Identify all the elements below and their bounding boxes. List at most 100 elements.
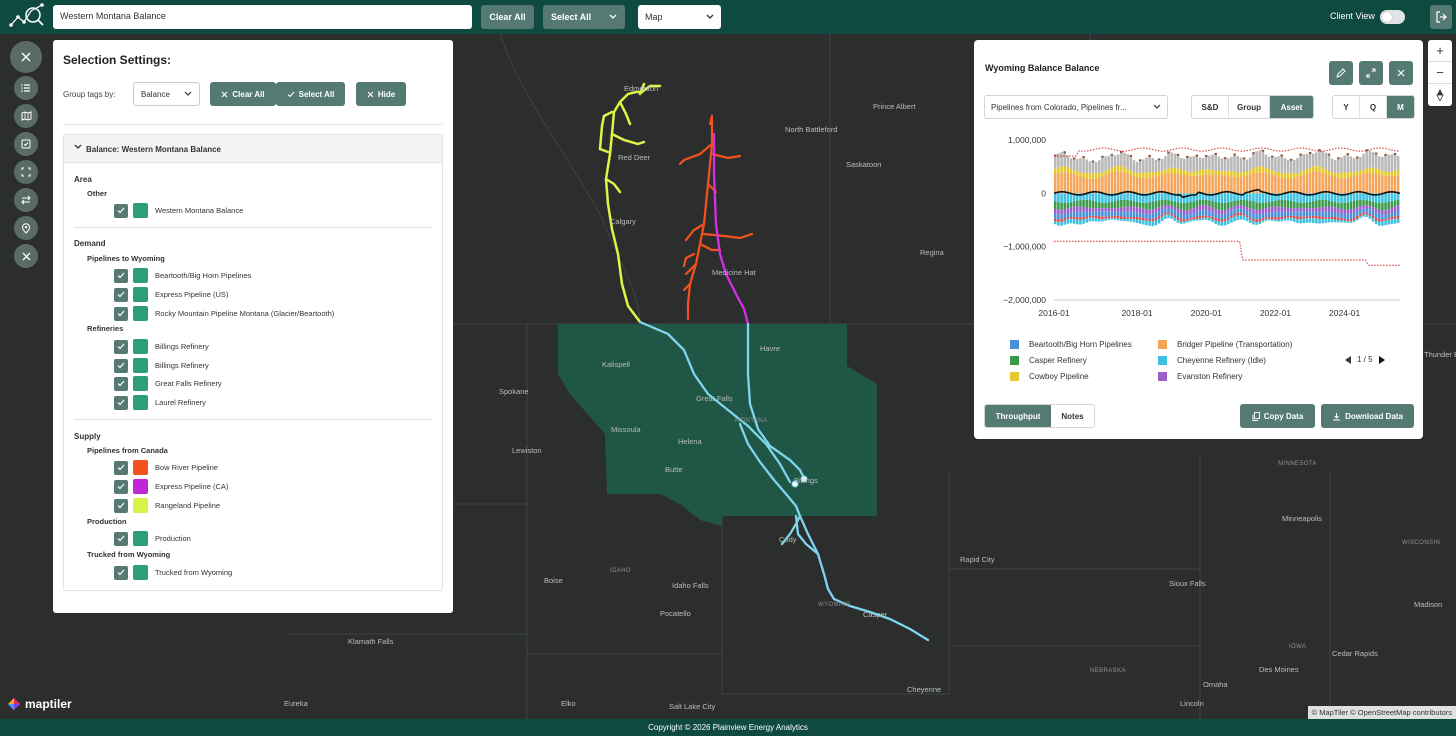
color-swatch[interactable] (133, 565, 148, 580)
color-swatch[interactable] (133, 376, 148, 391)
list-item[interactable]: Beartooth/Big Horn Pipelines (114, 268, 251, 283)
color-swatch[interactable] (133, 460, 148, 475)
pencil-icon (1336, 68, 1346, 78)
checkbox[interactable] (114, 203, 128, 218)
location-tool-button[interactable] (14, 216, 38, 240)
list-item[interactable]: Express Pipeline (US) (114, 287, 228, 302)
download-data-button[interactable]: Download Data (1321, 404, 1414, 428)
bar-segment (1390, 175, 1394, 186)
checkbox[interactable] (114, 287, 128, 302)
color-swatch[interactable] (133, 268, 148, 283)
compass-button[interactable] (1428, 84, 1452, 106)
group-tags-select[interactable]: Balance (133, 82, 200, 106)
legend-item[interactable]: Beartooth/Big Horn Pipelines (1010, 340, 1132, 349)
bar-segment (1132, 206, 1136, 212)
list-item[interactable]: Trucked from Wyoming (114, 565, 232, 580)
legend-item[interactable]: Cowboy Pipeline (1010, 372, 1089, 381)
bar-segment (1274, 200, 1277, 207)
zoom-in-button[interactable]: + (1428, 40, 1452, 62)
panel-select-all-button[interactable]: Select All (276, 82, 345, 106)
legend-item[interactable]: Cheyenne Refinery (Idle) (1158, 356, 1266, 365)
checkbox[interactable] (114, 306, 128, 321)
map-tool-button[interactable] (14, 104, 38, 128)
legend-item[interactable]: Casper Refinery (1010, 356, 1087, 365)
checkbox[interactable] (114, 479, 128, 494)
bar-segment (1318, 216, 1321, 219)
bar-segment (1113, 155, 1117, 167)
color-swatch[interactable] (133, 358, 148, 373)
tab-asset[interactable]: Asset (1270, 96, 1313, 118)
close-panel-button[interactable] (10, 41, 42, 73)
list-item[interactable]: Billings Refinery (114, 358, 209, 373)
client-view-toggle[interactable] (1380, 10, 1405, 24)
panel-clear-all-button[interactable]: Clear All (210, 82, 276, 106)
logout-button[interactable] (1430, 5, 1452, 29)
bar-segment (1138, 217, 1142, 220)
list-item[interactable]: Great Falls Refinery (114, 376, 222, 391)
color-swatch[interactable] (133, 339, 148, 354)
tab-year[interactable]: Y (1333, 96, 1360, 118)
bar-segment (1365, 151, 1368, 169)
color-swatch[interactable] (133, 287, 148, 302)
bar-segment (1255, 151, 1258, 168)
checklist-tool-button[interactable] (14, 132, 38, 156)
hide-button[interactable]: Hide (356, 82, 406, 106)
edit-button[interactable] (1329, 61, 1353, 85)
color-swatch[interactable] (133, 395, 148, 410)
color-swatch[interactable] (133, 479, 148, 494)
copy-data-button[interactable]: Copy Data (1240, 404, 1315, 428)
legend-item[interactable]: Evanston Refinery (1158, 372, 1242, 381)
color-swatch[interactable] (133, 531, 148, 546)
list-item[interactable]: Billings Refinery (114, 339, 209, 354)
color-swatch[interactable] (133, 498, 148, 513)
checkbox[interactable] (114, 395, 128, 410)
list-item[interactable]: Rocky Mountain Pipeline Montana (Glacier… (114, 306, 334, 321)
list-item[interactable]: Western Montana Balance (114, 203, 243, 218)
tab-month[interactable]: M (1387, 96, 1414, 118)
select-all-button[interactable]: Select All (543, 5, 625, 29)
bar-segment (1142, 172, 1145, 179)
tab-quarter[interactable]: Q (1360, 96, 1387, 118)
checkbox[interactable] (114, 358, 128, 373)
tab-notes[interactable]: Notes (1051, 405, 1094, 427)
tab-group[interactable]: Group (1229, 96, 1270, 118)
list-tool-button[interactable] (14, 76, 38, 100)
expand-button[interactable] (1359, 61, 1383, 85)
list-item[interactable]: Bow River Pipeline (114, 460, 218, 475)
zoom-out-button[interactable]: − (1428, 62, 1452, 84)
checkbox[interactable] (114, 376, 128, 391)
color-swatch[interactable] (133, 306, 148, 321)
close-chart-button[interactable] (1389, 61, 1413, 85)
list-item[interactable]: Rangeland Pipeline (114, 498, 220, 513)
checkbox[interactable] (114, 565, 128, 580)
color-swatch[interactable] (133, 203, 148, 218)
clear-all-button[interactable]: Clear All (481, 5, 534, 29)
swap-tool-button[interactable] (14, 188, 38, 212)
chevron-left-icon[interactable] (1345, 355, 1352, 364)
bar-segment (1390, 193, 1394, 202)
search-input[interactable]: Western Montana Balance (53, 5, 472, 29)
clear-tool-button[interactable] (14, 244, 38, 268)
checkbox[interactable] (114, 268, 128, 283)
bar-segment (1079, 172, 1082, 177)
list-item[interactable]: Production (114, 531, 191, 546)
bar-segment (1267, 173, 1271, 182)
checkbox[interactable] (114, 339, 128, 354)
asset-select[interactable]: Pipelines from Colorado, Pipelines fr... (984, 95, 1168, 119)
tab-sd[interactable]: S&D (1192, 96, 1229, 118)
checkbox[interactable] (114, 498, 128, 513)
bar-segment (1293, 201, 1296, 209)
legend-item[interactable]: Bridger Pipeline (Transportation) (1158, 340, 1292, 349)
view-select[interactable]: Map (638, 5, 721, 29)
bar-segment (1255, 193, 1258, 203)
checkbox[interactable] (114, 531, 128, 546)
map-attribution[interactable]: © MapTiler © OpenStreetMap contributors (1307, 706, 1456, 719)
list-item[interactable]: Laurel Refinery (114, 395, 206, 410)
bar-segment (1214, 217, 1217, 221)
tab-throughput[interactable]: Throughput (985, 405, 1051, 427)
fullscreen-tool-button[interactable] (14, 160, 38, 184)
checkbox[interactable] (114, 460, 128, 475)
list-item[interactable]: Express Pipeline (CA) (114, 479, 228, 494)
chevron-right-icon[interactable] (1378, 355, 1385, 364)
accordion-header[interactable]: Balance: Western Montana Balance (64, 135, 442, 163)
